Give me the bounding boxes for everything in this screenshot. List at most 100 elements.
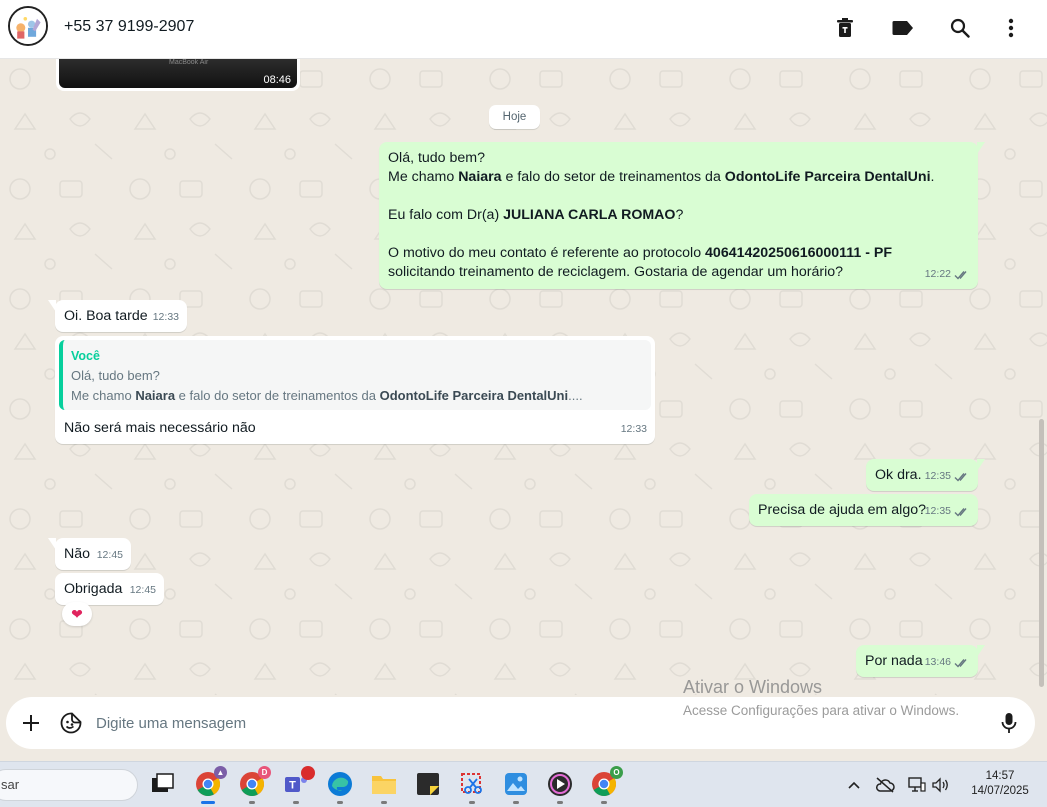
- label-icon[interactable]: [889, 14, 917, 42]
- read-ticks-icon: [954, 507, 967, 517]
- message-input[interactable]: [96, 709, 676, 737]
- read-ticks-icon: [954, 658, 967, 668]
- running-indicator: [381, 801, 387, 804]
- chrome-profile-icon[interactable]: O: [589, 766, 623, 804]
- taskbar-search[interactable]: sar: [0, 769, 138, 801]
- photos-icon[interactable]: [501, 769, 531, 804]
- message-bubble-incoming[interactable]: Obrigada 12:45: [55, 573, 164, 605]
- clock-date: 14/07/2025: [971, 785, 1029, 797]
- teams-icon[interactable]: T: [281, 766, 315, 804]
- message-meta: 13:46: [925, 653, 970, 672]
- heart-reaction-icon[interactable]: ❤: [62, 602, 92, 626]
- message-line: Olá, tudo bem?: [388, 150, 486, 166]
- sticky-notes-icon[interactable]: [413, 769, 443, 799]
- date-separator: Hoje: [489, 105, 540, 129]
- message-line: Eu falo com Dr(a) JULIANA CARLA ROMAO?: [388, 207, 684, 223]
- message-time: 12:45: [96, 549, 123, 561]
- quote-author: Você: [71, 349, 100, 363]
- message-text: Obrigada: [64, 581, 123, 597]
- svg-text:T: T: [289, 780, 296, 792]
- message-bubble-incoming[interactable]: Oi. Boa tarde 12:33: [48, 300, 187, 332]
- task-view-icon[interactable]: [148, 769, 178, 799]
- clock-time: 14:57: [985, 770, 1015, 782]
- cloud-offline-icon[interactable]: [874, 775, 896, 795]
- chrome-icon[interactable]: ▲: [193, 766, 227, 804]
- active-indicator: [201, 801, 215, 804]
- menu-icon[interactable]: [997, 14, 1025, 42]
- profile-badge: D: [258, 766, 271, 779]
- file-explorer-icon[interactable]: [369, 769, 399, 804]
- message-time: 12:45: [129, 584, 156, 596]
- message-line: O motivo do meu contato é referente ao p…: [388, 245, 893, 261]
- message-bubble-incoming[interactable]: Não 12:45: [48, 538, 131, 570]
- running-indicator: [601, 801, 607, 804]
- notification-badge-icon: [301, 766, 315, 780]
- volume-icon[interactable]: [930, 775, 952, 795]
- message-meta: 12:35: [925, 502, 970, 521]
- message-text: Ok dra.: [875, 467, 922, 483]
- read-ticks-icon: [954, 270, 967, 280]
- windows-activation-subtitle: Acesse Configurações para ativar o Windo…: [683, 703, 960, 718]
- video-brand-text: MacBook Air: [169, 59, 209, 66]
- quote-line: Olá, tudo bem?: [71, 368, 160, 383]
- message-time: 12:35: [924, 505, 951, 517]
- message-bubble-outgoing[interactable]: Olá, tudo bem? Me chamo Naiara e falo do…: [379, 142, 985, 289]
- message-text: Não: [64, 546, 91, 562]
- sticker-icon[interactable]: [57, 709, 85, 737]
- chat-scrollbar[interactable]: [1039, 419, 1044, 687]
- quote-line: Me chamo Naiara e falo do setor de trein…: [71, 388, 583, 403]
- message-bubble-incoming-reply[interactable]: Você Olá, tudo bem? Me chamo Naiara e fa…: [55, 336, 655, 444]
- message-line: solicitando treinamento de reciclagem. G…: [388, 264, 844, 280]
- quoted-message[interactable]: Você Olá, tudo bem? Me chamo Naiara e fa…: [59, 340, 651, 410]
- message-time: 12:22: [924, 268, 951, 280]
- chat-header: +55 37 9199-2907: [0, 0, 1047, 59]
- video-thumbnail[interactable]: MacBook Air 08:46: [59, 59, 297, 88]
- plus-icon[interactable]: [17, 709, 45, 737]
- message-bubble-outgoing[interactable]: Precisa de ajuda em algo? 12:35: [749, 494, 978, 526]
- chrome-profile-icon[interactable]: D: [237, 766, 271, 804]
- edge-icon[interactable]: [325, 769, 355, 804]
- running-indicator: [557, 801, 563, 804]
- message-meta: 12:45: [97, 546, 123, 565]
- message-text: Não será mais necessário não: [64, 420, 256, 436]
- message-meta: 12:35: [925, 467, 970, 486]
- microphone-icon[interactable]: [995, 709, 1023, 737]
- message-time: 12:33: [620, 423, 647, 435]
- network-icon[interactable]: [906, 775, 928, 795]
- chat-area[interactable]: MacBook Air 08:46 Hoje Olá, tudo bem? Me…: [0, 59, 1047, 695]
- read-ticks-icon: [954, 472, 967, 482]
- search-icon[interactable]: [946, 14, 974, 42]
- taskbar-clock[interactable]: 14:57 14/07/2025: [960, 769, 1040, 799]
- message-time: 13:46: [924, 656, 951, 668]
- contact-avatar[interactable]: [8, 6, 48, 46]
- contact-name[interactable]: +55 37 9199-2907: [64, 18, 194, 36]
- video-duration: 08:46: [263, 74, 291, 86]
- delete-icon[interactable]: [831, 14, 859, 42]
- message-composer: Acesse Configurações para ativar o Windo…: [0, 695, 1047, 761]
- message-text: Por nada: [865, 653, 923, 669]
- composer-box: Acesse Configurações para ativar o Windo…: [6, 697, 1035, 749]
- running-indicator: [469, 801, 475, 804]
- running-indicator: [337, 801, 343, 804]
- media-player-icon[interactable]: [545, 769, 575, 804]
- message-time: 12:35: [924, 470, 951, 482]
- message-meta: 12:22: [925, 265, 970, 284]
- video-message[interactable]: MacBook Air 08:46: [56, 59, 300, 91]
- avatar-illustration-icon: [10, 8, 46, 44]
- message-meta: 12:33: [153, 308, 179, 327]
- chevron-up-icon[interactable]: [843, 775, 865, 795]
- message-time: 12:33: [152, 311, 179, 323]
- windows-taskbar: sar ▲ D T O 14:57 14/07/2025: [0, 761, 1047, 807]
- profile-badge-icon: ▲: [214, 766, 227, 779]
- running-indicator: [249, 801, 255, 804]
- message-meta: 12:45: [130, 581, 156, 600]
- message-bubble-outgoing[interactable]: Por nada 13:46: [856, 645, 985, 677]
- profile-badge: O: [610, 766, 623, 779]
- snipping-tool-icon[interactable]: [457, 769, 487, 804]
- windows-activation-title: Ativar o Windows: [683, 677, 823, 695]
- running-indicator: [293, 801, 299, 804]
- message-bubble-outgoing[interactable]: Ok dra. 12:35: [866, 459, 985, 491]
- running-indicator: [513, 801, 519, 804]
- message-text: Oi. Boa tarde: [64, 308, 148, 324]
- message-meta: 12:33: [621, 420, 647, 439]
